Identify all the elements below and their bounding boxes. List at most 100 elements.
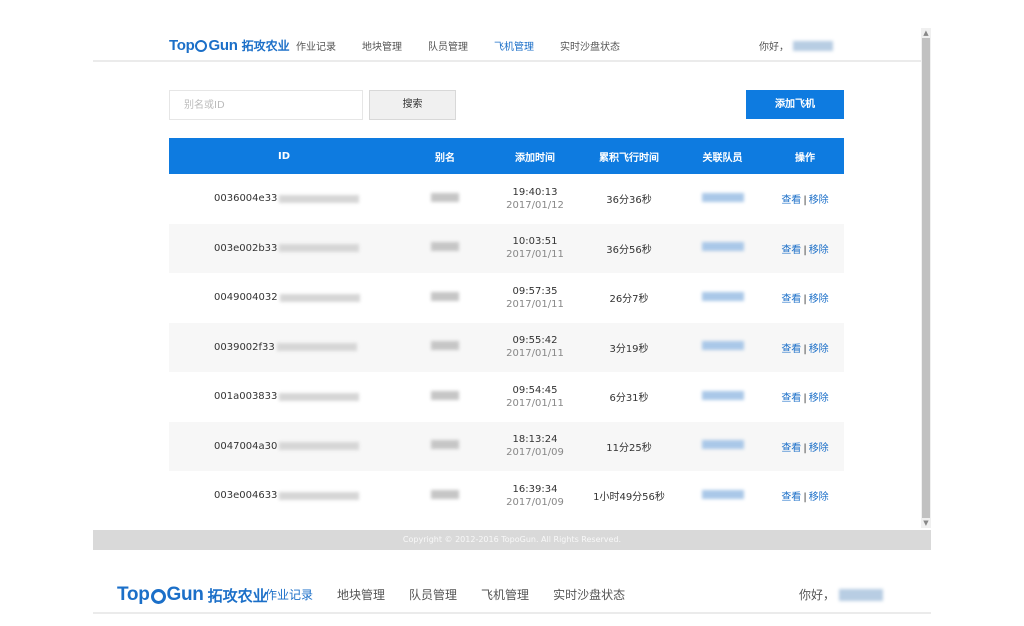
nav-item-work-records[interactable]: 作业记录 xyxy=(265,586,313,603)
nav-item-team-management[interactable]: 队员管理 xyxy=(428,38,468,53)
view-link[interactable]: 查看 xyxy=(781,195,801,206)
table-row: 001a003833 09:54:45 2017/01/11 6分31秒 查看 | 移… xyxy=(169,372,844,422)
team-member-redacted[interactable] xyxy=(701,192,744,202)
alias-redacted xyxy=(431,242,459,252)
scroll-thumb[interactable] xyxy=(922,38,930,518)
flight-duration: 36分56秒 xyxy=(579,223,679,273)
table-header-row: ID 别名 添加时间 累积飞行时间 关联队员 操作 xyxy=(169,138,844,174)
added-time: 18:13:24 xyxy=(512,434,558,446)
alias-redacted xyxy=(431,291,459,301)
plane-id: 0047004a30 xyxy=(214,440,278,452)
remove-link[interactable]: 移除 xyxy=(809,294,829,305)
flight-duration: 11分25秒 xyxy=(579,421,679,471)
added-time: 16:39:34 xyxy=(512,483,558,495)
view-link[interactable]: 查看 xyxy=(781,443,801,454)
search-input[interactable] xyxy=(169,90,363,120)
view-link[interactable]: 查看 xyxy=(781,245,801,256)
remove-link[interactable]: 移除 xyxy=(809,344,829,355)
team-member-redacted[interactable] xyxy=(701,341,744,351)
logo-text-left: Top xyxy=(169,36,195,54)
added-time: 19:40:13 xyxy=(512,186,558,198)
id-redacted xyxy=(279,244,360,253)
logo-text-cn: 拓攻农业 xyxy=(241,38,290,53)
table-row: 0047004a30 18:13:24 2017/01/09 11分25秒 查看 |… xyxy=(169,421,844,471)
table-row: 0036004e33 19:40:13 2017/01/12 36分36秒 查看 |… xyxy=(169,174,844,224)
added-time: 10:03:51 xyxy=(512,236,558,248)
id-redacted xyxy=(279,442,360,451)
id-redacted xyxy=(279,194,360,203)
vertical-scrollbar[interactable]: ▲ ▼ xyxy=(921,28,931,528)
remove-link[interactable]: 移除 xyxy=(809,443,829,454)
brand-logo[interactable]: Top Gun 拓攻农业 xyxy=(117,584,268,606)
plane-id: 0049004032 xyxy=(214,292,278,304)
header-id: ID xyxy=(169,138,399,174)
team-member-redacted[interactable] xyxy=(701,440,744,450)
team-member-redacted[interactable] xyxy=(701,489,744,499)
nav-item-plane-management[interactable]: 飞机管理 xyxy=(481,586,529,603)
remove-link[interactable]: 移除 xyxy=(809,245,829,256)
nav-item-work-records[interactable]: 作业记录 xyxy=(296,38,336,53)
alias-redacted xyxy=(431,192,459,202)
nav-menu: 作业记录 地块管理 队员管理 飞机管理 实时沙盘状态 xyxy=(265,586,649,603)
nav-item-field-management[interactable]: 地块管理 xyxy=(362,38,402,53)
flight-duration: 1小时49分56秒 xyxy=(579,471,679,521)
id-redacted xyxy=(276,343,357,352)
brand-logo[interactable]: Top Gun 拓攻农业 xyxy=(169,36,290,54)
add-plane-button[interactable]: 添加飞机 xyxy=(746,90,844,119)
greeting-text: 你好， xyxy=(799,588,836,602)
nav-item-live-sandbox[interactable]: 实时沙盘状态 xyxy=(560,38,620,53)
planes-table: ID 别名 添加时间 累积飞行时间 关联队员 操作 0036004e33 19:… xyxy=(169,138,844,521)
plane-id: 001a003833 xyxy=(214,391,278,403)
user-greeting[interactable]: 你好， xyxy=(759,38,833,53)
view-link[interactable]: 查看 xyxy=(781,492,801,503)
team-member-redacted[interactable] xyxy=(701,242,744,252)
header-alias: 别名 xyxy=(399,138,491,174)
flight-duration: 26分7秒 xyxy=(579,273,679,323)
scroll-up-icon[interactable]: ▲ xyxy=(921,28,931,38)
table-row: 0039002f33 09:55:42 2017/01/11 3分19秒 查看 | 移… xyxy=(169,322,844,372)
added-time: 09:57:35 xyxy=(512,285,558,297)
view-link[interactable]: 查看 xyxy=(781,294,801,305)
scroll-down-icon[interactable]: ▼ xyxy=(921,518,931,528)
username-redacted xyxy=(839,588,884,601)
team-member-redacted[interactable] xyxy=(701,390,744,400)
remove-link[interactable]: 移除 xyxy=(809,393,829,404)
user-greeting[interactable]: 你好， xyxy=(799,586,884,603)
added-time: 09:54:45 xyxy=(512,384,558,396)
plane-id: 0036004e33 xyxy=(214,193,278,205)
id-redacted xyxy=(279,392,360,401)
nav-item-live-sandbox[interactable]: 实时沙盘状态 xyxy=(553,586,625,603)
nav-item-plane-management[interactable]: 飞机管理 xyxy=(494,38,534,53)
id-redacted xyxy=(279,293,360,302)
copyright-footer: Copyright © 2012-2016 TopoGun. All Right… xyxy=(93,530,931,550)
alias-redacted xyxy=(431,489,459,499)
table-row: 0049004032 09:57:35 2017/01/11 26分7秒 查看 | 移… xyxy=(169,273,844,323)
added-date: 2017/01/09 xyxy=(506,496,564,508)
alias-redacted xyxy=(431,440,459,450)
flight-duration: 36分36秒 xyxy=(579,174,679,224)
logo-mark-icon xyxy=(150,588,166,604)
remove-link[interactable]: 移除 xyxy=(809,492,829,503)
logo-text-right: Gun xyxy=(166,584,204,605)
added-time: 09:55:42 xyxy=(512,335,558,347)
logo-text-cn: 拓攻农业 xyxy=(207,586,268,605)
username-redacted xyxy=(793,40,833,51)
view-link[interactable]: 查看 xyxy=(781,344,801,355)
flight-duration: 3分19秒 xyxy=(579,322,679,372)
nav-menu: 作业记录 地块管理 队员管理 飞机管理 实时沙盘状态 xyxy=(296,38,646,53)
plane-id: 003e002b33 xyxy=(214,242,278,254)
added-date: 2017/01/11 xyxy=(506,249,564,261)
plane-id: 0039002f33 xyxy=(214,341,275,353)
table-row: 003e002b33 10:03:51 2017/01/11 36分56秒 查看 |… xyxy=(169,223,844,273)
remove-link[interactable]: 移除 xyxy=(809,195,829,206)
search-button[interactable]: 搜索 xyxy=(369,90,456,120)
alias-redacted xyxy=(431,341,459,351)
alias-redacted xyxy=(431,390,459,400)
header-team: 关联队员 xyxy=(679,138,766,174)
view-link[interactable]: 查看 xyxy=(781,393,801,404)
added-date: 2017/01/12 xyxy=(506,199,564,211)
nav-item-team-management[interactable]: 队员管理 xyxy=(409,586,457,603)
header-flight-duration: 累积飞行时间 xyxy=(579,138,679,174)
nav-item-field-management[interactable]: 地块管理 xyxy=(337,586,385,603)
team-member-redacted[interactable] xyxy=(701,291,744,301)
